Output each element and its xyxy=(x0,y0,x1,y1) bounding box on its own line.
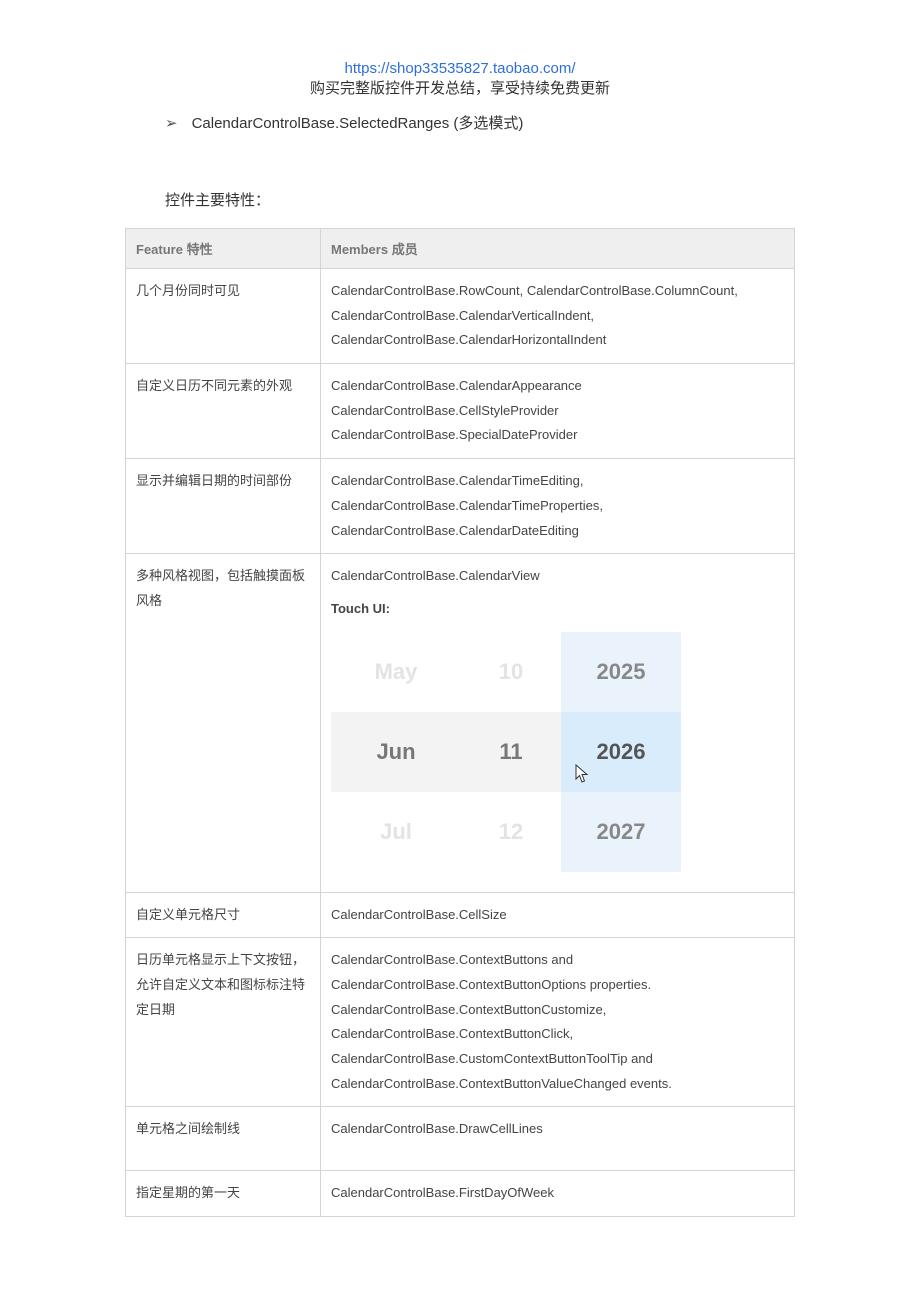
section-title: 控件主要特性： xyxy=(165,189,795,210)
members-cell: CalendarControlBase.CalendarAppearance C… xyxy=(321,364,795,459)
feature-cell: 多种风格视图，包括触摸面板风格 xyxy=(126,554,321,892)
table-row: 指定星期的第一天 CalendarControlBase.FirstDayOfW… xyxy=(126,1171,795,1217)
table-row: 自定义日历不同元素的外观 CalendarControlBase.Calenda… xyxy=(126,364,795,459)
touch-ui-label: Touch UI: xyxy=(331,597,784,622)
table-row: 自定义单元格尺寸 CalendarControlBase.CellSize xyxy=(126,892,795,938)
cursor-arrow-icon xyxy=(575,764,591,784)
shop-url-link[interactable]: https://shop33535827.taobao.com/ xyxy=(344,60,575,77)
members-cell: CalendarControlBase.CellSize xyxy=(321,892,795,938)
table-row: 多种风格视图，包括触摸面板风格 CalendarControlBase.Cale… xyxy=(126,554,795,892)
members-cell: CalendarControlBase.CalendarTimeEditing,… xyxy=(321,459,795,554)
members-cell: CalendarControlBase.RowCount, CalendarCo… xyxy=(321,269,795,364)
bullet-item: ➢ CalendarControlBase.SelectedRanges (多选… xyxy=(165,112,795,133)
members-cell: CalendarControlBase.ContextButtons and C… xyxy=(321,938,795,1107)
arrow-right-icon: ➢ xyxy=(165,114,178,132)
touch-day-next[interactable]: 12 xyxy=(461,792,561,872)
feature-cell: 显示并编辑日期的时间部份 xyxy=(126,459,321,554)
members-cell: CalendarControlBase.CalendarView Touch U… xyxy=(321,554,795,892)
header-feature: Feature 特性 xyxy=(126,229,321,269)
touch-day-prev[interactable]: 10 xyxy=(461,632,561,712)
feature-cell: 自定义日历不同元素的外观 xyxy=(126,364,321,459)
table-row: 几个月份同时可见 CalendarControlBase.RowCount, C… xyxy=(126,269,795,364)
touch-day-selected[interactable]: 11 xyxy=(461,712,561,792)
feature-cell: 自定义单元格尺寸 xyxy=(126,892,321,938)
table-row: 单元格之间绘制线 CalendarControlBase.DrawCellLin… xyxy=(126,1107,795,1171)
touch-month-selected[interactable]: Jun xyxy=(331,712,461,792)
document-page: https://shop33535827.taobao.com/ 购买完整版控件… xyxy=(0,0,920,1302)
members-cell: CalendarControlBase.DrawCellLines xyxy=(321,1107,795,1171)
touch-ui-row-next: Jul 12 2027 xyxy=(331,792,681,872)
feature-cell: 日历单元格显示上下文按钮，允许自定义文本和图标标注特定日期 xyxy=(126,938,321,1107)
header-subtitle: 购买完整版控件开发总结，享受持续免费更新 xyxy=(310,80,610,97)
touch-ui-picker[interactable]: May 10 2025 Jun 11 2026 xyxy=(331,632,681,872)
touch-ui-row-prev: May 10 2025 xyxy=(331,632,681,712)
touch-year-selected[interactable]: 2026 xyxy=(561,712,681,792)
members-cell: CalendarControlBase.FirstDayOfWeek xyxy=(321,1171,795,1217)
table-row: 显示并编辑日期的时间部份 CalendarControlBase.Calenda… xyxy=(126,459,795,554)
feature-table: Feature 特性 Members 成员 几个月份同时可见 CalendarC… xyxy=(125,228,795,1217)
feature-cell: 指定星期的第一天 xyxy=(126,1171,321,1217)
feature-cell: 几个月份同时可见 xyxy=(126,269,321,364)
touch-month-prev[interactable]: May xyxy=(331,632,461,712)
feature-cell: 单元格之间绘制线 xyxy=(126,1107,321,1171)
touch-year-prev[interactable]: 2025 xyxy=(561,632,681,712)
touch-year-next[interactable]: 2027 xyxy=(561,792,681,872)
header-members: Members 成员 xyxy=(321,229,795,269)
touch-ui-row-selected: Jun 11 2026 xyxy=(331,712,681,792)
touch-month-next[interactable]: Jul xyxy=(331,792,461,872)
table-row: 日历单元格显示上下文按钮，允许自定义文本和图标标注特定日期 CalendarCo… xyxy=(126,938,795,1107)
bullet-text: CalendarControlBase.SelectedRanges (多选模式… xyxy=(192,112,524,133)
page-header: https://shop33535827.taobao.com/ 购买完整版控件… xyxy=(125,60,795,98)
members-text-line: CalendarControlBase.CalendarView xyxy=(331,564,784,589)
touch-year-selected-value: 2026 xyxy=(597,731,646,773)
table-header-row: Feature 特性 Members 成员 xyxy=(126,229,795,269)
